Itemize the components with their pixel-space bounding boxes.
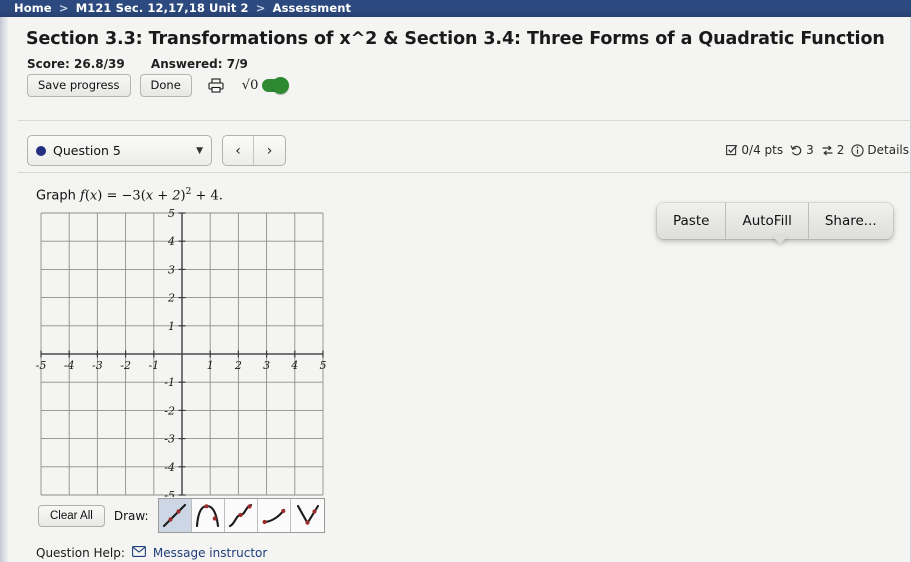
page-title: Section 3.3: Transformations of x^2 & Se… — [26, 29, 885, 49]
svg-text:-4: -4 — [164, 461, 175, 474]
svg-text:-5: -5 — [164, 489, 175, 497]
prev-question-button[interactable]: ‹ — [223, 136, 254, 165]
shuffle-item: 2 — [821, 143, 845, 157]
breadcrumb-item-course[interactable]: M121 Sec. 12,17,18 Unit 2 — [76, 1, 249, 15]
question-status-dot — [36, 145, 46, 156]
paste-context-menu: Paste AutoFill Share... — [657, 203, 893, 239]
sqrt-label: √0 — [241, 78, 259, 93]
assessment-screen: Home > M121 Sec. 12,17,18 Unit 2 > Asses… — [0, 0, 911, 562]
chevron-down-icon: ▼ — [196, 145, 203, 156]
svg-text:3: 3 — [263, 359, 270, 372]
svg-text:-4: -4 — [64, 359, 75, 372]
question-select-label: Question 5 — [53, 143, 121, 158]
parabola-tool[interactable] — [191, 499, 225, 532]
svg-text:-1: -1 — [148, 359, 159, 372]
draw-label: Draw: — [113, 508, 149, 523]
clear-all-button[interactable]: Clear All — [38, 504, 105, 527]
divider-question — [18, 172, 911, 173]
info-icon — [851, 143, 865, 157]
question-status-bar: 0/4 pts 3 2 Details — [726, 143, 909, 157]
breadcrumb: Home > M121 Sec. 12,17,18 Unit 2 > Asses… — [0, 0, 911, 17]
sqrt-toggle-group[interactable]: √0 — [241, 77, 290, 94]
draw-tool-group — [157, 498, 325, 533]
absolute-value-tool[interactable] — [290, 499, 324, 532]
attempts-count: 3 — [806, 143, 814, 157]
svg-text:-3: -3 — [92, 359, 103, 372]
question-arrows: ‹ › — [222, 135, 286, 166]
assignment-toolbar: Save progress Done √0 — [27, 74, 290, 97]
autofill-button[interactable]: AutoFill — [726, 203, 809, 239]
breadcrumb-separator: > — [58, 1, 69, 15]
breadcrumb-separator: > — [255, 1, 266, 15]
details-item[interactable]: Details — [851, 143, 909, 157]
svg-text:-2: -2 — [164, 404, 175, 417]
envelope-icon[interactable] — [131, 546, 146, 560]
score-row: Score: 26.8/39 Answered: 7/9 — [27, 57, 248, 71]
next-question-button[interactable]: › — [254, 136, 285, 165]
svg-text:4: 4 — [167, 235, 175, 248]
done-button[interactable]: Done — [139, 74, 192, 97]
inner-expression: x + 2 — [145, 188, 181, 204]
shuffle-count: 2 — [836, 143, 845, 157]
paste-button[interactable]: Paste — [657, 203, 727, 239]
svg-text:4: 4 — [290, 359, 298, 372]
score-label: Score: 26.8/39 — [27, 57, 125, 71]
save-progress-button[interactable]: Save progress — [27, 74, 131, 97]
divider-top — [18, 120, 911, 121]
svg-text:-1: -1 — [164, 376, 175, 389]
message-instructor-link[interactable]: Message instructor — [153, 546, 267, 560]
question-help-label: Question Help: — [36, 546, 125, 560]
question-nav: Question 5 ▼ ‹ › — [27, 135, 286, 166]
constant-term: + 4. — [195, 188, 223, 204]
svg-text:-2: -2 — [120, 359, 131, 372]
undo-icon — [790, 144, 803, 157]
attempts-item: 3 — [790, 143, 814, 157]
page-body: Section 3.3: Transformations of x^2 & Se… — [8, 17, 911, 562]
draw-toolbar: Clear All Draw: — [38, 498, 325, 533]
breadcrumb-item-home[interactable]: Home — [14, 1, 52, 15]
line-tool[interactable] — [158, 499, 192, 532]
share-button[interactable]: Share... — [809, 203, 893, 239]
svg-text:5: 5 — [320, 359, 327, 372]
coefficient: −3 — [121, 188, 141, 204]
svg-text:-3: -3 — [164, 433, 175, 446]
svg-text:5: 5 — [168, 207, 175, 220]
svg-text:3: 3 — [168, 263, 175, 276]
problem-statement: Graph f(x) = −3(x + 2)2 + 4. — [36, 187, 223, 204]
question-help-row: Question Help: Message instructor — [36, 546, 267, 560]
half-parabola-tool[interactable] — [257, 499, 291, 532]
context-menu-pointer — [772, 236, 788, 244]
checkbox-icon — [726, 144, 738, 156]
printer-icon[interactable] — [206, 77, 226, 95]
exponent: 2 — [185, 187, 192, 197]
svg-text:2: 2 — [167, 292, 175, 305]
svg-text:1: 1 — [207, 359, 214, 372]
coordinate-grid[interactable]: -5 -4 -3 -2 -1 1 2 3 4 5 5 4 3 2 1 -1 -2 -3 -4 -5 — [33, 207, 333, 502]
svg-text:1: 1 — [168, 320, 175, 333]
window-left-edge — [0, 17, 8, 562]
equation-editor-toggle[interactable] — [262, 77, 290, 94]
question-select[interactable]: Question 5 ▼ — [27, 135, 212, 166]
points-item: 0/4 pts — [726, 143, 783, 157]
swap-icon — [821, 144, 834, 157]
svg-text:2: 2 — [234, 359, 242, 372]
cubic-tool[interactable] — [224, 499, 258, 532]
toggle-knob — [272, 77, 290, 94]
graph-canvas[interactable]: -5 -4 -3 -2 -1 1 2 3 4 5 5 4 3 2 1 -1 -2 -3 -4 -5 — [33, 207, 333, 502]
answered-label: Answered: 7/9 — [150, 57, 248, 71]
problem-prompt: Graph — [36, 188, 76, 204]
breadcrumb-item-assessment[interactable]: Assessment — [273, 1, 352, 15]
details-label[interactable]: Details — [867, 143, 909, 157]
svg-text:-5: -5 — [36, 359, 47, 372]
points-label: 0/4 pts — [741, 143, 784, 157]
